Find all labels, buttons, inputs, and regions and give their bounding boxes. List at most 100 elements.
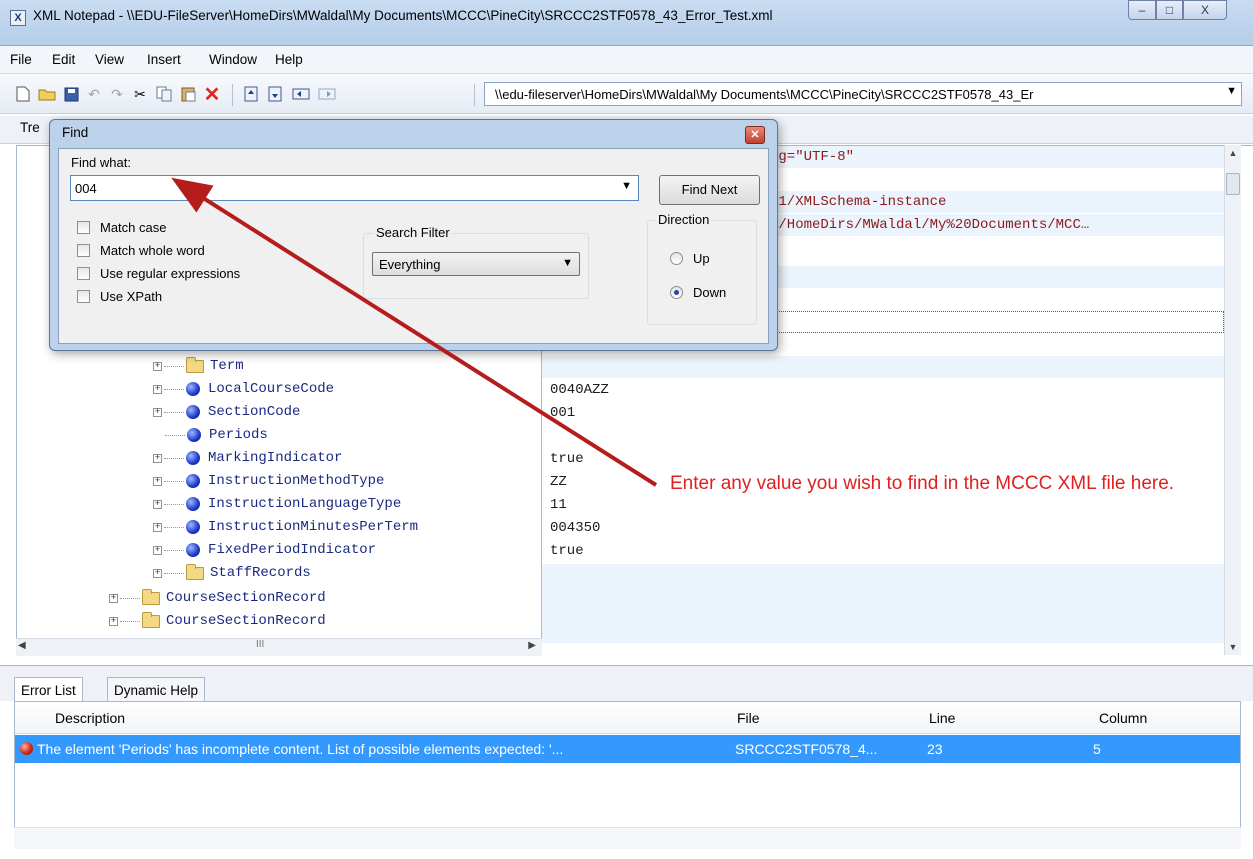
vertical-scrollbar[interactable]: ▲ ▼ <box>1224 145 1241 655</box>
tree-node[interactable]: + Term <box>153 355 244 377</box>
tree-node[interactable]: + LocalCourseCode <box>153 378 334 400</box>
scroll-up-icon[interactable]: ▲ <box>1225 145 1241 161</box>
direction-down-option[interactable]: Down <box>670 285 726 300</box>
nudge-right-icon[interactable] <box>318 85 336 103</box>
use-regex-checkbox[interactable] <box>77 267 90 280</box>
value-row[interactable]: true <box>542 448 1224 470</box>
close-window-button[interactable]: X <box>1183 0 1227 20</box>
nudge-left-icon[interactable] <box>292 85 310 103</box>
tab-tree-view[interactable]: Tre <box>20 120 40 135</box>
tree-node[interactable]: + SectionCode <box>153 401 300 423</box>
expand-icon[interactable]: + <box>153 545 162 555</box>
tree-node[interactable]: + MarkingIndicator <box>153 447 342 469</box>
match-whole-word-checkbox[interactable] <box>77 244 90 257</box>
tree-node[interactable]: + InstructionMethodType <box>153 470 384 492</box>
scroll-down-icon[interactable]: ▼ <box>1225 639 1241 655</box>
value-row[interactable]: 004350 <box>542 517 1224 539</box>
bottom-tabs: Error List Dynamic Help <box>0 665 1253 702</box>
menu-insert[interactable]: Insert <box>147 52 181 67</box>
redo-icon[interactable]: ↷ <box>108 85 126 103</box>
tab-dynamic-help[interactable]: Dynamic Help <box>107 677 206 702</box>
expand-icon[interactable]: + <box>153 522 162 532</box>
search-filter-select[interactable]: Everything ▼ <box>372 252 580 276</box>
checkbox-label: Match whole word <box>100 243 205 258</box>
value-row[interactable]: true <box>542 540 1224 562</box>
expand-icon[interactable]: + <box>153 407 162 417</box>
up-radio[interactable] <box>670 252 683 265</box>
find-what-combobox[interactable]: ▼ <box>70 175 639 201</box>
menu-edit[interactable]: Edit <box>52 52 75 67</box>
expand-icon[interactable]: + <box>109 593 118 603</box>
chevron-down-icon[interactable]: ▼ <box>1226 85 1237 97</box>
find-next-button[interactable]: Find Next <box>659 175 760 205</box>
expand-icon[interactable]: + <box>153 568 162 578</box>
expand-icon[interactable]: + <box>153 384 162 394</box>
value-row[interactable]: 0040AZZ <box>542 379 1224 401</box>
use-xpath-checkbox[interactable] <box>77 290 90 303</box>
use-xpath-option[interactable]: Use XPath <box>77 289 162 304</box>
scroll-grip[interactable]: III <box>256 639 264 650</box>
match-whole-word-option[interactable]: Match whole word <box>77 243 205 258</box>
delete-icon[interactable]: ✕ <box>203 84 221 106</box>
tree-node[interactable]: + StaffRecords <box>153 562 311 584</box>
expand-icon[interactable]: + <box>153 453 162 463</box>
minimize-button[interactable]: – <box>1128 0 1156 20</box>
menu-view[interactable]: View <box>95 52 124 67</box>
cut-icon[interactable]: ✂ <box>131 85 149 103</box>
search-filter-value: Everything <box>379 257 441 272</box>
value-row[interactable] <box>542 425 1224 447</box>
element-icon <box>186 405 200 419</box>
title-bar: X XML Notepad - \\EDU-FileServer\HomeDir… <box>0 0 1253 46</box>
expand-icon[interactable]: + <box>153 476 162 486</box>
tree-node[interactable]: + FixedPeriodIndicator <box>153 539 376 561</box>
column-file[interactable]: File <box>737 710 760 726</box>
horizontal-scrollbar[interactable]: ◀ III ▶ <box>16 638 542 656</box>
file-path-combobox[interactable]: \\edu-fileserver\HomeDirs\MWaldal\My Doc… <box>484 82 1242 106</box>
scroll-right-icon[interactable]: ▶ <box>528 640 536 651</box>
down-radio[interactable] <box>670 286 683 299</box>
tree-node[interactable]: + CourseSectionRecord <box>109 587 326 609</box>
value-row[interactable]: 001 <box>542 402 1224 424</box>
value-text: 11 <box>550 497 567 513</box>
scroll-left-icon[interactable]: ◀ <box>18 640 26 651</box>
menu-file[interactable]: File <box>10 52 32 67</box>
expand-icon[interactable]: + <box>109 616 118 626</box>
nudge-up-icon[interactable] <box>242 85 260 103</box>
use-regex-option[interactable]: Use regular expressions <box>77 266 240 281</box>
value-row[interactable] <box>542 356 1224 378</box>
new-file-icon[interactable] <box>14 85 32 103</box>
find-what-input[interactable] <box>75 179 605 197</box>
chevron-down-icon[interactable]: ▼ <box>621 180 632 192</box>
paste-icon[interactable] <box>179 85 197 103</box>
tree-node-label: StaffRecords <box>210 565 311 581</box>
tree-node[interactable]: Periods <box>165 424 268 446</box>
table-row[interactable]: The element 'Periods' has incomplete con… <box>15 735 1240 763</box>
match-case-checkbox[interactable] <box>77 221 90 234</box>
match-case-option[interactable]: Match case <box>77 220 166 235</box>
expand-icon[interactable]: + <box>153 361 162 371</box>
tree-node[interactable]: + InstructionLanguageType <box>153 493 401 515</box>
column-line[interactable]: Line <box>929 710 955 726</box>
error-column: 5 <box>1093 741 1101 757</box>
menu-help[interactable]: Help <box>275 52 303 67</box>
nudge-down-icon[interactable] <box>266 85 284 103</box>
direction-up-option[interactable]: Up <box>670 251 710 266</box>
maximize-button[interactable]: □ <box>1156 0 1183 20</box>
undo-icon[interactable]: ↶ <box>85 85 103 103</box>
tree-node[interactable]: + InstructionMinutesPerTerm <box>153 516 418 538</box>
tree-node-label: InstructionLanguageType <box>208 496 402 512</box>
tree-node[interactable]: + CourseSectionRecord <box>109 610 326 632</box>
open-folder-icon[interactable] <box>38 85 56 103</box>
scroll-thumb[interactable] <box>1226 173 1240 195</box>
tab-error-list[interactable]: Error List <box>14 677 83 702</box>
column-column[interactable]: Column <box>1099 710 1147 726</box>
folder-icon <box>186 356 204 373</box>
copy-icon[interactable] <box>155 85 173 103</box>
close-dialog-button[interactable]: ✕ <box>745 126 765 144</box>
menu-window[interactable]: Window <box>209 52 257 67</box>
value-row[interactable]: 11 <box>542 494 1224 516</box>
expand-icon[interactable]: + <box>153 499 162 509</box>
save-icon[interactable] <box>62 85 80 103</box>
chevron-down-icon[interactable]: ▼ <box>562 257 573 269</box>
column-description[interactable]: Description <box>55 710 125 726</box>
